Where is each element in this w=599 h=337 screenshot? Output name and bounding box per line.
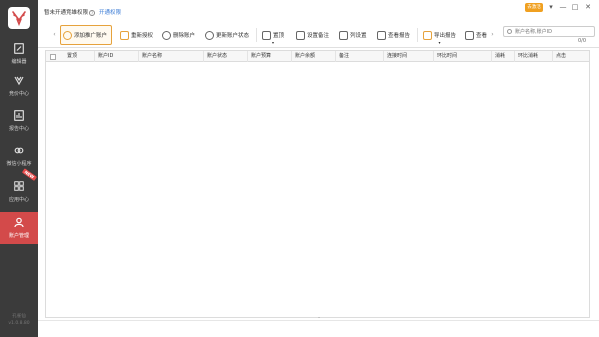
header-bar: 暂未开通竞雄权限? 开通权限 去激活 ▾ — □ ✕ [38,0,599,20]
maximize-button[interactable]: □ [570,2,580,12]
permission-notice-text: 暂未开通竞雄权限 [44,10,89,16]
column-header[interactable]: 环比时间 [433,51,491,62]
search-icon [507,29,512,34]
sidebar-item-label: 账户管理 [8,233,29,239]
view-report-button[interactable]: 查看报告 [375,25,410,45]
minimize-button[interactable]: — [558,2,568,12]
bid-icon [14,76,24,86]
update-status-label: 更新账户状态 [216,33,250,39]
sidebar: 编辑器 竞价中心 报告中心 微信小程序 NEW 应用中心 账户管理 孔雀仙 v1… [0,0,38,337]
app-logo [8,7,30,29]
sidebar-item-reports[interactable]: 报告中心 [0,105,38,137]
deer-logo-icon [12,11,26,27]
scroll-right-icon[interactable]: › [490,27,495,43]
note-icon [296,30,305,40]
set-note-button[interactable]: 设置备注 [294,25,329,45]
update-status-button[interactable]: 更新账户状态 [203,25,249,45]
sidebar-item-label: 编辑器 [11,59,27,65]
export-icon [423,30,432,40]
refresh-icon [205,30,214,40]
account-count: 0/0 [578,38,587,44]
export-report-button[interactable]: 导出报告 ▾ [421,25,456,45]
open-permission-link[interactable]: 开通权限 [99,10,121,16]
pin-top-button[interactable]: 置顶 ▾ [260,25,284,45]
pin-top-icon [262,30,271,40]
edit-icon [14,43,24,54]
toolbar: ‹ 添加推广账户 重新授权 删除账户 更新账户状态 置顶 ▾ 设置备注 列设置 … [38,22,599,48]
column-header[interactable]: 账户预算 [247,51,291,62]
column-settings-button[interactable]: 列设置 [337,25,367,45]
reauthorize-button[interactable]: 重新授权 [118,25,153,45]
column-header[interactable]: 账户余额 [291,51,335,62]
sidebar-item-label: 应用中心 [8,197,29,203]
delete-account-label: 删除账户 [173,33,196,39]
sidebar-item-label: 报告中心 [8,126,29,132]
set-note-label: 设置备注 [307,33,330,39]
column-header[interactable]: 备注 [335,51,383,62]
add-account-label: 添加推广账户 [74,33,108,39]
sidebar-item-label: 微信小程序 [6,161,32,167]
version-label: v1.0.8.80 [8,321,30,326]
view-report-icon [377,30,386,40]
view-label: 查看 [476,33,488,39]
view-report-label: 查看报告 [388,33,411,39]
sidebar-item-account-management[interactable]: 账户管理 [0,212,38,244]
sidebar-item-wechat-miniapp[interactable]: 微信小程序 [0,140,38,172]
account-icon [14,217,24,228]
pin-top-label: 置顶 [273,33,285,39]
chevron-down-icon: ▾ [272,40,275,45]
sidebar-item-app-center[interactable]: NEW 应用中心 [0,168,38,208]
select-all-checkbox[interactable] [50,54,56,60]
scroll-left-icon[interactable]: ‹ [52,27,57,43]
report-icon [14,110,24,121]
toolbar-divider [417,28,418,42]
app-window: 编辑器 竞价中心 报告中心 微信小程序 NEW 应用中心 账户管理 孔雀仙 v1… [0,0,599,337]
column-settings-icon [339,30,348,40]
chevron-down-icon: ▾ [438,40,441,45]
delete-icon [162,30,171,40]
toolbar-divider [256,28,257,42]
add-account-button[interactable]: 添加推广账户 [60,25,112,45]
account-search-box[interactable] [503,26,595,37]
sidebar-item-editor[interactable]: 编辑器 [0,38,38,70]
reauth-icon [120,30,129,40]
column-header[interactable]: 账户ID [94,51,138,62]
permission-notice: 暂未开通竞雄权限? 开通权限 [44,8,121,16]
column-header[interactable]: 消耗 [491,51,514,62]
table-header: 置顶 账户ID 账户名称 账户状态 账户预算 账户余额 备注 连接时间 环比时间… [46,51,589,62]
help-icon[interactable]: ? [89,9,96,16]
apps-icon [14,181,24,191]
column-header[interactable]: 环比消耗 [514,51,552,62]
collapse-handle-icon[interactable]: ⌃ [312,317,326,321]
user-add-icon [63,30,72,40]
view-icon [465,30,474,40]
footer-app-name: 孔雀仙 [12,314,26,319]
column-header[interactable]: 账户状态 [203,51,247,62]
activate-button[interactable]: 去激活 [525,3,543,12]
delete-account-button[interactable]: 删除账户 [160,25,195,45]
sidebar-item-label: 竞价中心 [8,91,29,97]
reauthorize-label: 重新授权 [131,33,154,39]
column-header[interactable]: 点击 [552,51,589,62]
export-report-label: 导出报告 [434,33,457,39]
column-header[interactable]: 置顶 [64,51,94,62]
column-settings-label: 列设置 [350,33,367,39]
search-input[interactable] [515,28,593,36]
column-header[interactable]: 连接时间 [383,51,433,62]
dropdown-menu-icon[interactable]: ▾ [546,2,556,12]
accounts-table: 置顶 账户ID 账户名称 账户状态 账户预算 账户余额 备注 连接时间 环比时间… [45,50,590,318]
close-button[interactable]: ✕ [583,2,593,12]
view-button[interactable]: 查看 [463,25,488,45]
wechat-icon [14,147,24,154]
sidebar-item-bidding[interactable]: 竞价中心 [0,70,38,102]
column-header[interactable]: 账户名称 [138,51,203,62]
